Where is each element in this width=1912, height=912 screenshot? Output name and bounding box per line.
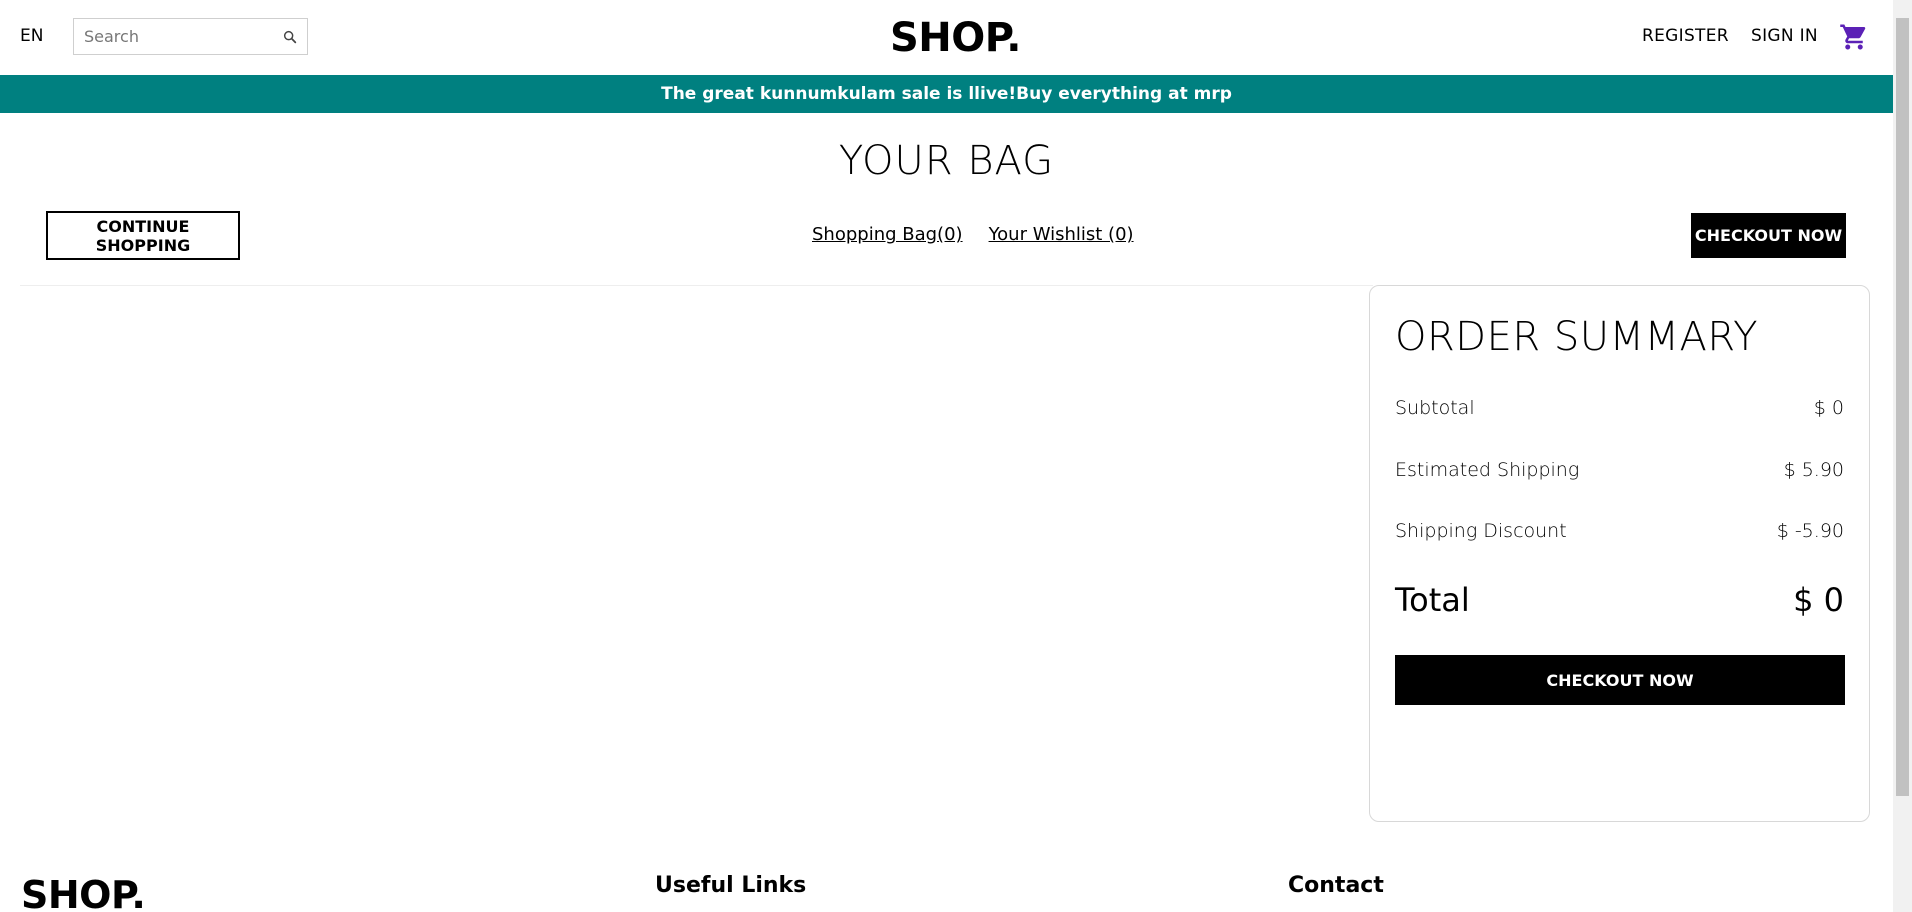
wishlist-link[interactable]: Your Wishlist (0) [989,224,1134,245]
cart-icon[interactable] [1839,22,1869,52]
scrollbar-thumb[interactable] [1896,18,1909,796]
logo[interactable]: SHOP. [890,15,1021,61]
order-summary: ORDER SUMMARY Subtotal $ 0 Estimated Shi… [1369,285,1870,822]
subtotal-value: $ 0 [1813,397,1844,419]
announcement-bar: The great kunnumkulam sale is llive!Buy … [0,75,1893,113]
discount-label: Shipping Discount [1395,520,1567,542]
discount-value: $ -5.90 [1776,520,1844,542]
shipping-row: Estimated Shipping $ 5.90 [1395,459,1844,481]
announcement-text: The great kunnumkulam sale is llive!Buy … [661,84,1232,104]
page-title: YOUR BAG [838,138,1055,184]
discount-row: Shipping Discount $ -5.90 [1395,520,1844,542]
order-summary-title: ORDER SUMMARY [1395,314,1759,360]
shipping-value: $ 5.90 [1783,459,1844,481]
search-input[interactable] [84,27,264,46]
subtotal-label: Subtotal [1395,397,1475,419]
footer-logo: SHOP. [21,873,146,912]
total-row: Total $ 0 [1395,581,1844,619]
shopping-bag-link[interactable]: Shopping Bag(0) [812,224,963,245]
total-value: $ 0 [1793,581,1844,619]
search-icon[interactable] [282,29,298,45]
continue-shopping-button[interactable]: CONTINUE SHOPPING [46,211,240,260]
bag-links: Shopping Bag(0) Your Wishlist (0) [812,224,1134,245]
contact-heading: Contact [1288,873,1384,898]
search-box[interactable] [73,18,308,55]
register-link[interactable]: REGISTER [1642,26,1729,46]
divider [20,285,1373,286]
sign-in-link[interactable]: SIGN IN [1751,26,1818,46]
scrollbar[interactable] [1893,0,1912,912]
checkout-now-button[interactable]: CHECKOUT NOW [1691,213,1846,258]
shipping-label: Estimated Shipping [1395,459,1580,481]
total-label: Total [1395,581,1470,619]
summary-checkout-button[interactable]: CHECKOUT NOW [1395,655,1845,705]
useful-links-heading: Useful Links [655,873,807,898]
subtotal-row: Subtotal $ 0 [1395,397,1844,419]
language-label[interactable]: EN [20,26,43,46]
navbar: EN SHOP. REGISTER SIGN IN [0,0,1893,75]
